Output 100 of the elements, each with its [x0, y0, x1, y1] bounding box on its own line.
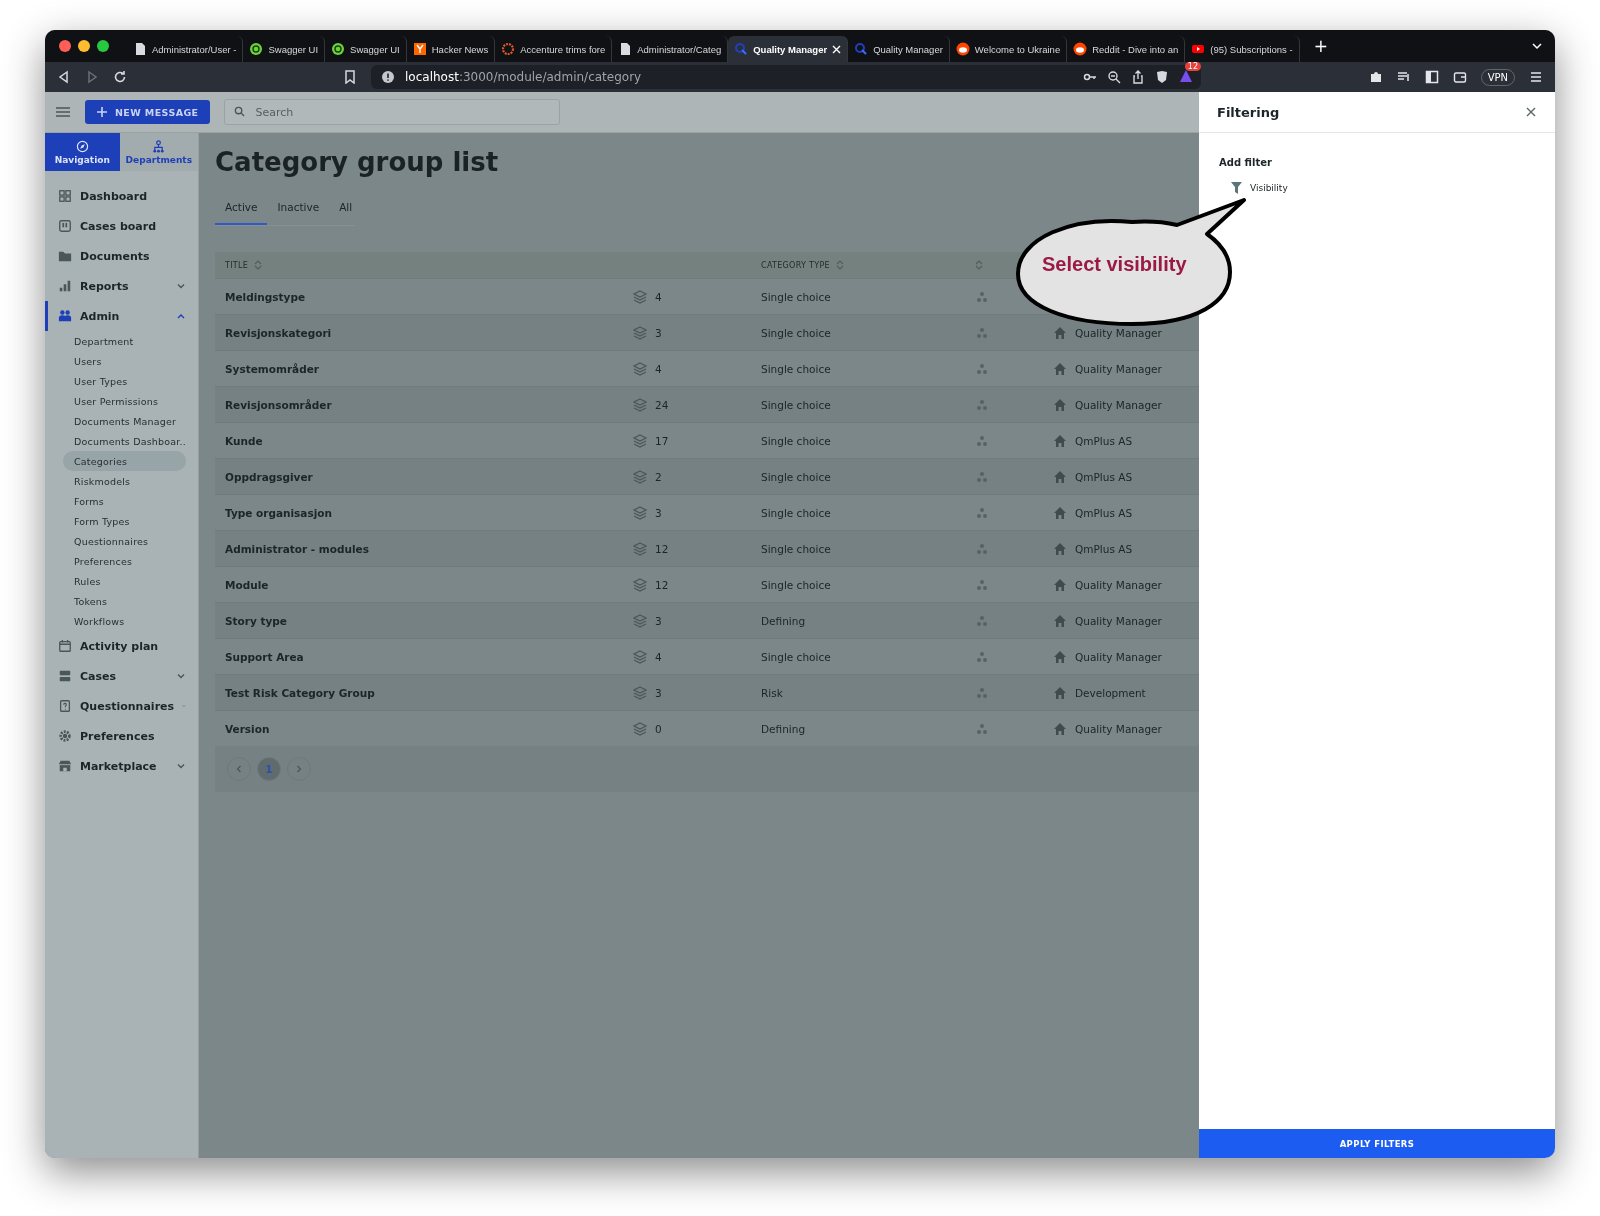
nav-subitem[interactable]: Documents Manager — [63, 411, 186, 431]
reload-icon[interactable] — [113, 70, 127, 84]
nav-item[interactable]: Cases board — [45, 211, 198, 241]
filter-tab[interactable]: Inactive — [267, 195, 330, 225]
home-icon — [1053, 685, 1067, 700]
close-icon[interactable] — [832, 44, 842, 54]
layers-icon — [633, 577, 647, 592]
board-icon — [58, 219, 72, 233]
nav-subitem[interactable]: Tokens — [63, 591, 186, 611]
nav-subitem[interactable]: Form Types — [63, 511, 186, 531]
table-cell: Meldingstype — [225, 290, 306, 303]
plus-icon — [97, 107, 107, 117]
people-icon — [975, 325, 989, 340]
filter-option[interactable]: Visibility — [1231, 182, 1555, 194]
layers-icon — [633, 397, 647, 412]
zoom-out-icon[interactable] — [1107, 70, 1121, 84]
menu-icon[interactable] — [1529, 70, 1543, 84]
new-message-button[interactable]: NEW MESSAGE — [85, 100, 211, 124]
nav-item[interactable]: Dashboard — [45, 181, 198, 211]
table-cell: Defining — [761, 614, 806, 627]
table-cell: 4 — [655, 290, 662, 303]
filter-tab[interactable]: Active — [215, 195, 268, 225]
table-cell: Single choice — [761, 434, 831, 447]
table-cell: Kunde — [225, 434, 263, 447]
table-cell: 2 — [655, 470, 662, 483]
column-header[interactable]: TITLE — [215, 252, 623, 278]
filter-tab[interactable]: All — [329, 195, 363, 225]
column-header[interactable]: CATEGORY TYPE — [751, 252, 965, 278]
people-icon — [975, 469, 989, 484]
panel-title: Filtering — [1217, 104, 1280, 120]
bookmark-icon[interactable] — [343, 70, 357, 84]
nav-item[interactable]: Preferences — [45, 721, 198, 751]
layers-icon — [633, 541, 647, 556]
table-cell: Revisjonskategori — [225, 326, 332, 339]
nav-item[interactable]: Marketplace — [45, 751, 198, 781]
globe-icon — [331, 42, 346, 56]
store-icon — [58, 759, 72, 773]
table-cell: QmPlus AS — [1075, 434, 1133, 447]
maximize-window-button[interactable] — [97, 40, 109, 52]
sidebar-tab[interactable]: Departments — [119, 133, 198, 171]
sidebar-icon[interactable] — [1424, 70, 1439, 84]
chevron-icon[interactable] — [1531, 40, 1543, 52]
new-tab-button[interactable]: + — [1313, 36, 1328, 56]
address-text[interactable]: localhost:3000/module/admin/category — [405, 70, 642, 84]
close-button[interactable] — [1525, 106, 1537, 118]
table-cell: QmPlus AS — [1075, 470, 1133, 483]
nav-item[interactable]: Cases — [45, 661, 198, 691]
people-icon — [975, 649, 989, 664]
app-logo-icon — [854, 42, 869, 56]
nav-subitem[interactable]: Preferences — [63, 551, 186, 571]
nav-subitem[interactable]: Users — [63, 351, 186, 371]
app-logo-icon — [734, 42, 749, 56]
info-icon[interactable] — [381, 70, 395, 84]
nav-subitem[interactable]: Documents Dashboar.. — [63, 431, 186, 451]
nav-subitem[interactable]: Questionnaires — [63, 531, 186, 551]
triangle-icon[interactable] — [1179, 68, 1193, 83]
table-cell: 3 — [655, 506, 662, 519]
home-icon — [1053, 721, 1067, 736]
table-cell: Quality Manager — [1075, 326, 1162, 339]
page-title: Category group list — [215, 147, 500, 177]
sidebar-tab[interactable]: Navigation — [45, 133, 120, 171]
table-cell: Administrator - modules — [225, 542, 369, 555]
nav-item[interactable]: Questionnaires — [45, 691, 198, 721]
forward-icon[interactable] — [85, 70, 99, 84]
nav-subitem[interactable]: User Types — [63, 371, 186, 391]
playlist-icon[interactable] — [1396, 70, 1411, 84]
nav-item[interactable]: Reports — [45, 271, 198, 301]
nav-item[interactable]: Documents — [45, 241, 198, 271]
browser-tab[interactable]: Quality Manager — [728, 36, 849, 62]
table-cell: Revisjonsområder — [225, 398, 332, 411]
back-icon[interactable] — [57, 70, 71, 84]
nav-item[interactable]: Admin — [45, 301, 198, 331]
section-label: Add filter — [1219, 157, 1273, 168]
home-icon — [1053, 541, 1067, 556]
folder-icon — [58, 249, 72, 263]
chevron-icon — [176, 671, 186, 681]
table-cell: Single choice — [761, 326, 831, 339]
layers-icon — [633, 721, 647, 736]
layers-icon — [633, 685, 647, 700]
table-cell: Story type — [225, 614, 287, 627]
table-cell: 12 — [655, 578, 669, 591]
nav-subitem[interactable]: User Permissions — [63, 391, 186, 411]
nav-subitem[interactable]: Rules — [63, 571, 186, 591]
close-window-button[interactable] — [59, 40, 71, 52]
callout-text: Select visibility — [1042, 253, 1187, 276]
search-field[interactable]: Search — [224, 99, 561, 125]
minimize-window-button[interactable] — [78, 40, 90, 52]
share-icon[interactable] — [1131, 70, 1145, 84]
wallet-icon[interactable] — [1452, 70, 1467, 84]
nav-item[interactable]: Activity plan — [45, 631, 198, 661]
nav-subitem[interactable]: Workflows — [63, 611, 186, 631]
nav-subitem[interactable]: Riskmodels — [63, 471, 186, 491]
layers-icon — [633, 505, 647, 520]
apply-filters-button[interactable]: APPLY FILTERS — [1199, 1129, 1555, 1158]
nav-subitem[interactable]: Forms — [63, 491, 186, 511]
table-cell: 3 — [655, 686, 662, 699]
nav-subitem[interactable]: Department — [63, 331, 186, 351]
org-chart-icon — [152, 139, 166, 153]
nav-subitem[interactable]: Categories — [63, 451, 186, 471]
calendar-icon — [58, 639, 72, 653]
